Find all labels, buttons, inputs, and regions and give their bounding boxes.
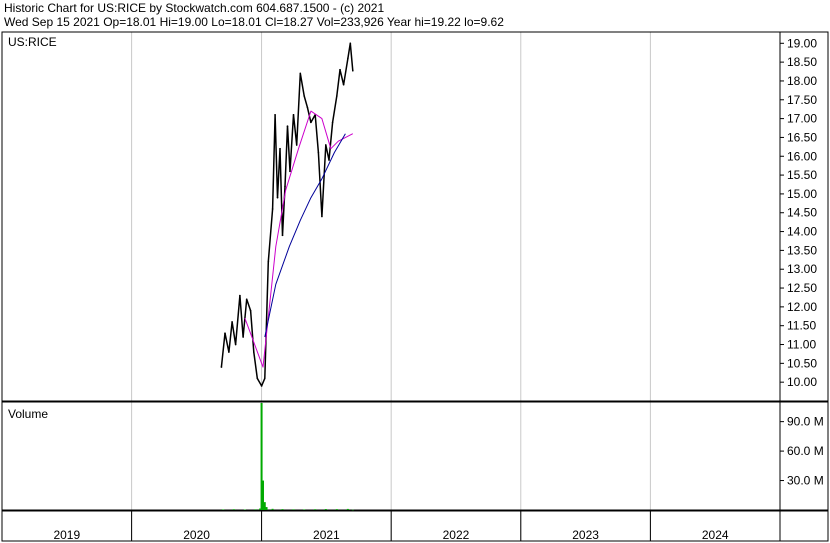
price-tick-label: 11.50 [787,319,816,333]
price-panel-title: US:RICE [8,35,57,49]
price-point [352,69,354,72]
price-point [336,95,338,97]
price-tick-label: 18.00 [787,74,817,88]
price-point [239,294,241,297]
price-point [289,170,291,173]
price-point [234,343,237,346]
price-point [252,351,255,353]
price-point [349,42,352,45]
year-label-2021: 2021 [313,528,340,542]
price-tick-label: 13.50 [787,243,817,257]
price-point [271,208,274,210]
price-point [303,95,305,97]
price-point [274,114,276,116]
price-point [276,196,279,199]
volume-bar [351,509,354,511]
volume-bar [265,507,268,510]
price-point [339,68,341,71]
price-point [228,351,230,353]
price-point [256,377,259,380]
volume-bar [222,509,225,510]
price-tick-label: 10.00 [787,375,817,389]
price-point [263,377,266,380]
price-tick-label: 13.00 [787,262,817,276]
stock-chart: 2019 2020 2021 2022 2023 2024 US:RICE Volume 19.… [1,31,829,542]
price-point [220,366,223,368]
price-tick-label: 10.50 [787,356,817,370]
volume-panel-frame [1,401,829,511]
year-label-2022: 2022 [443,528,470,542]
volume-panel-title: Volume [8,407,48,421]
price-point [299,72,302,75]
price-tick-label: 14.50 [787,206,817,220]
price-tick-label: 14.00 [787,225,817,239]
price-tick-label: 15.00 [787,187,817,201]
price-point [295,144,298,146]
volume-bar [254,509,257,510]
price-point [286,125,289,127]
price-point [347,57,349,60]
volume-bar [314,509,317,510]
volume-bar [263,502,266,510]
price-point [310,121,312,124]
year-label-2020: 2020 [183,528,210,542]
year-label-2023: 2023 [572,528,599,542]
price-point [317,151,320,154]
price-point [342,83,345,86]
price-tick-label: 12.00 [787,300,817,314]
price-point [267,260,270,263]
price-tick-label: 11.00 [787,338,816,352]
volume-bar [324,509,327,510]
price-point [331,121,334,124]
price-series-line [220,42,354,387]
price-point [321,215,323,218]
price-tick-label: 19.00 [787,36,817,50]
year-label-2019: 2019 [53,528,80,542]
price-point [325,144,327,146]
price-point [281,234,284,237]
price-point [260,385,263,387]
price-tick-label: 17.50 [787,93,817,107]
price-panel-frame [1,31,829,402]
volume-bar [243,509,246,511]
price-point [224,332,226,335]
price-point [279,147,281,150]
price-point [292,114,295,116]
volume-bar [281,509,284,510]
price-point [231,321,233,323]
volume-tick-label: 60.0 M [787,444,824,458]
price-tick-label: 12.50 [787,281,817,295]
price-tick-label: 16.00 [787,149,817,163]
price-tick-label: 18.50 [787,55,817,69]
year-label-2024: 2024 [702,528,729,542]
price-point [245,298,248,301]
price-tick-label: 16.50 [787,130,817,144]
price-point [249,309,252,312]
volume-bar [232,509,235,510]
volume-bar [261,480,264,510]
price-tick-label: 15.50 [787,168,817,182]
volume-bar [292,509,295,510]
price-point [306,106,309,109]
price-tick-label: 17.00 [787,112,817,126]
volume-bar [335,509,338,510]
price-point [242,336,244,338]
volume-bar [303,509,306,510]
volume-tick-label: 30.0 M [787,474,824,488]
price-point [284,185,286,188]
price-point [328,159,330,161]
volume-tick-label: 90.0 M [787,415,824,429]
volume-bar [271,508,274,510]
volume-bar [346,508,349,510]
